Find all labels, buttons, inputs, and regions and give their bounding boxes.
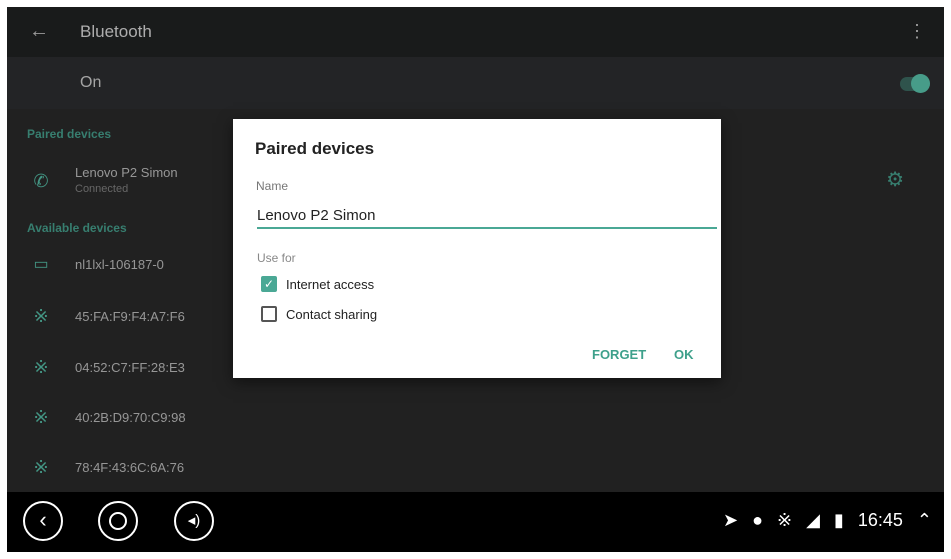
use-for-label: Use for: [257, 251, 296, 265]
signal-icon: ◢: [806, 510, 820, 530]
dialog-title: Paired devices: [255, 139, 375, 158]
location-pin-icon: ●: [752, 510, 763, 530]
navigation-arrow-icon: ➤: [722, 510, 739, 530]
contact-sharing-label[interactable]: Contact sharing: [286, 307, 377, 322]
internet-access-checkbox[interactable]: ✓: [261, 276, 277, 292]
forget-button[interactable]: FORGET: [592, 347, 646, 362]
home-circle-icon: [109, 512, 127, 530]
nav-home-button[interactable]: [98, 501, 138, 541]
expand-chevron-icon[interactable]: ⌃: [917, 510, 932, 530]
name-field-label: Name: [256, 179, 289, 193]
paired-device-dialog: Paired devices Name Use for ✓ Internet a…: [233, 119, 721, 378]
device-name-input[interactable]: [257, 203, 717, 229]
ok-button[interactable]: OK: [674, 347, 694, 362]
android-auto-screen: ← Bluetooth ⋮ On Paired devices ✆ Lenovo…: [7, 7, 944, 552]
volume-icon[interactable]: ◂): [174, 501, 214, 541]
internet-access-label[interactable]: Internet access: [286, 277, 374, 292]
nav-back-button[interactable]: ‹: [23, 501, 63, 541]
status-bar: ➤ ● ※ ◢ ▮ 16:45 ⌃: [714, 510, 932, 531]
contact-sharing-checkbox[interactable]: [261, 306, 277, 322]
clock: 16:45: [857, 510, 903, 530]
battery-icon: ▮: [833, 510, 844, 530]
bluetooth-status-icon: ※: [776, 510, 793, 530]
system-nav-bar: ‹ ◂) ➤ ● ※ ◢ ▮ 16:45 ⌃: [7, 492, 944, 552]
